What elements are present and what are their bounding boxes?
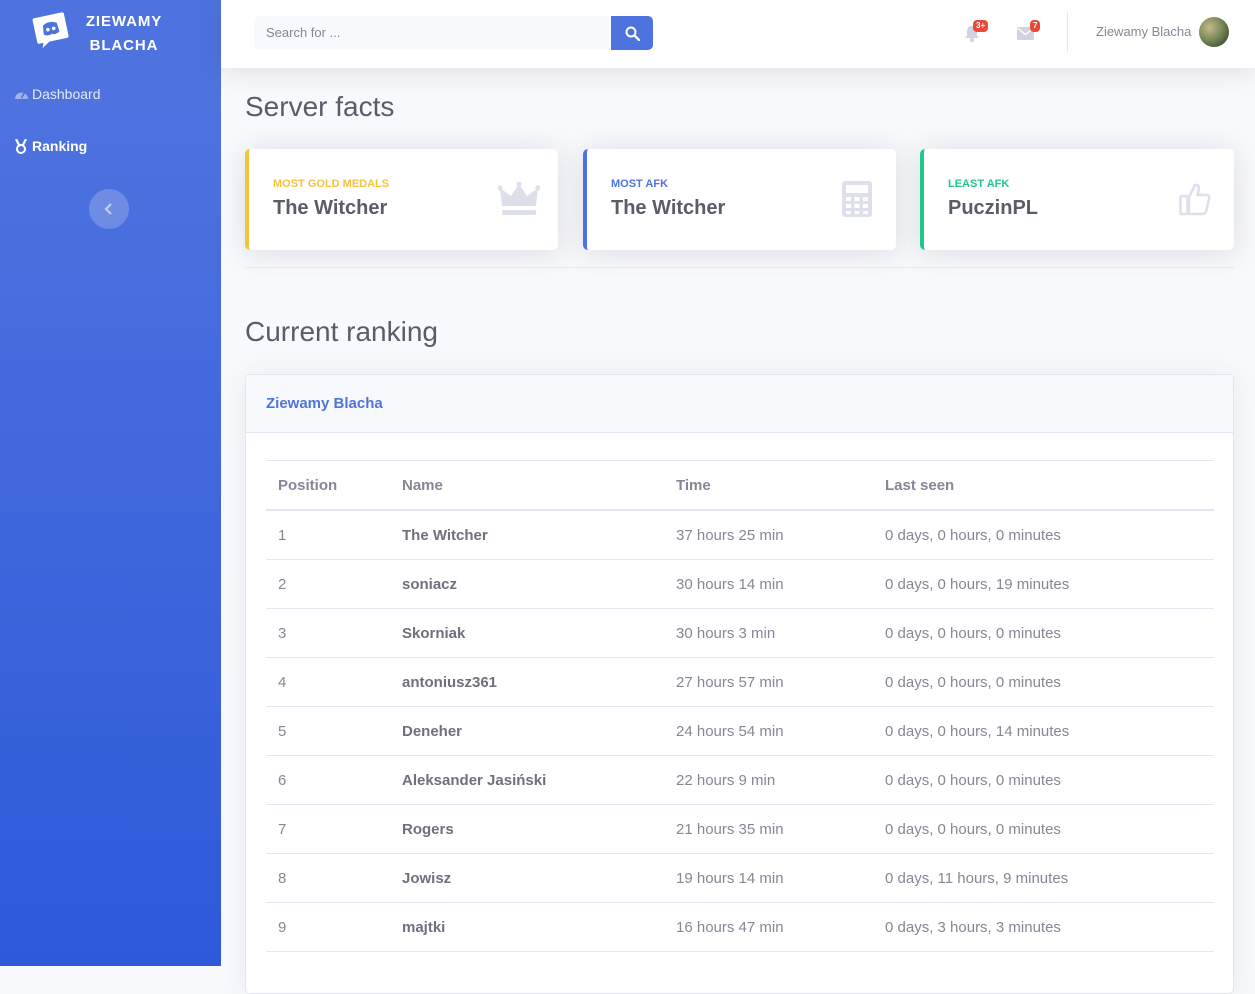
table-row: 8 Jowisz 19 hours 14 min 0 days, 11 hour… — [266, 853, 1214, 903]
cell-position: 3 — [266, 608, 390, 658]
calculator-icon — [836, 180, 878, 218]
fact-label: Least AFK — [948, 178, 1010, 190]
cell-time: 37 hours 25 min — [664, 510, 873, 560]
cell-time: 30 hours 3 min — [664, 608, 873, 658]
avatar[interactable] — [1199, 17, 1229, 47]
cell-position: 2 — [266, 559, 390, 609]
brand-link[interactable]: ZIEWAMY BLACHA — [0, 0, 221, 70]
messages-button[interactable]: 7 — [1014, 20, 1041, 44]
alerts-button[interactable]: 3+ — [961, 20, 989, 44]
cell-position: 4 — [266, 657, 390, 707]
ranking-panel-header: Ziewamy Blacha — [246, 375, 1233, 433]
table-row: 5 Deneher 24 hours 54 min 0 days, 0 hour… — [266, 706, 1214, 756]
cell-position: 9 — [266, 902, 390, 952]
cell-position: 5 — [266, 706, 390, 756]
cell-last-seen: 0 days, 3 hours, 3 minutes — [873, 902, 1214, 952]
topbar-divider — [1067, 12, 1068, 52]
cell-last-seen: 0 days, 0 hours, 0 minutes — [873, 608, 1214, 658]
sidebar: ZIEWAMY BLACHA Dashboard Ranking — [0, 0, 221, 966]
sidebar-toggle-button[interactable] — [89, 189, 129, 229]
cell-position: 7 — [266, 804, 390, 854]
tachometer-icon — [13, 86, 29, 102]
fact-value: The Witcher — [611, 197, 726, 219]
cell-time: 30 hours 14 min — [664, 559, 873, 609]
alerts-badge: 3+ — [973, 20, 989, 32]
cell-position: 1 — [266, 510, 390, 560]
cell-name: Aleksander Jasiński — [390, 755, 664, 805]
column-header-name[interactable]: Name — [390, 460, 664, 511]
fact-card-least-afk: Least AFK PuczinPL — [920, 149, 1234, 250]
ranking-panel-title: Ziewamy Blacha — [266, 395, 383, 412]
user-name[interactable]: Ziewamy Blacha — [1096, 24, 1191, 39]
brand-line-2: BLACHA — [89, 37, 159, 54]
search-input[interactable] — [254, 16, 612, 49]
crown-icon — [498, 180, 540, 218]
cell-name: soniacz — [390, 559, 664, 609]
cell-time: 27 hours 57 min — [664, 657, 873, 707]
cell-time: 16 hours 47 min — [664, 902, 873, 952]
cell-name: antoniusz361 — [390, 657, 664, 707]
chevron-left-icon — [104, 203, 112, 215]
fact-value: PuczinPL — [948, 197, 1039, 219]
sidebar-item-label: Dashboard — [32, 86, 101, 102]
section-divider — [245, 267, 1234, 268]
fact-card-most-gold: Most gold medals The Witcher — [245, 149, 558, 250]
messages-badge: 7 — [1030, 20, 1041, 32]
cell-name: majtki — [390, 902, 664, 952]
cell-name: Deneher — [390, 706, 664, 756]
cell-last-seen: 0 days, 0 hours, 0 minutes — [873, 657, 1214, 707]
topbar: 3+ 7 Ziewamy Blacha — [221, 0, 1255, 68]
cell-last-seen: 0 days, 0 hours, 0 minutes — [873, 510, 1214, 560]
cell-time: 24 hours 54 min — [664, 706, 873, 756]
brand-name: ZIEWAMY BLACHA — [80, 10, 168, 58]
medal-icon — [13, 138, 29, 154]
ranking-panel: Ziewamy Blacha Position Name Time Last s… — [245, 374, 1234, 994]
fact-value: The Witcher — [273, 197, 388, 219]
fact-label: Most gold medals — [273, 178, 390, 190]
sidebar-item-dashboard[interactable]: Dashboard — [13, 84, 101, 104]
table-row: 1 The Witcher 37 hours 25 min 0 days, 0 … — [266, 510, 1214, 560]
cell-name: The Witcher — [390, 510, 664, 560]
table-row: 3 Skorniak 30 hours 3 min 0 days, 0 hour… — [266, 608, 1214, 658]
cell-time: 22 hours 9 min — [664, 755, 873, 805]
column-header-position[interactable]: Position — [266, 460, 390, 511]
table-row: 7 Rogers 21 hours 35 min 0 days, 0 hours… — [266, 804, 1214, 854]
sidebar-item-label: Ranking — [32, 138, 88, 154]
column-header-time[interactable]: Time — [664, 460, 873, 511]
cell-name: Skorniak — [390, 608, 664, 658]
cell-last-seen: 0 days, 11 hours, 9 minutes — [873, 853, 1214, 903]
fact-label: Most AFK — [611, 178, 669, 190]
cell-position: 8 — [266, 853, 390, 903]
cell-time: 21 hours 35 min — [664, 804, 873, 854]
cell-name: Jowisz — [390, 853, 664, 903]
discord-icon — [32, 12, 69, 49]
table-row: 4 antoniusz361 27 hours 57 min 0 days, 0… — [266, 657, 1214, 707]
page-title-server-facts: Server facts — [245, 91, 395, 122]
brand-line-1: ZIEWAMY — [85, 13, 163, 30]
table-row: 2 soniacz 30 hours 14 min 0 days, 0 hour… — [266, 559, 1214, 609]
search-icon — [625, 26, 640, 41]
cell-last-seen: 0 days, 0 hours, 0 minutes — [873, 804, 1214, 854]
cell-position: 6 — [266, 755, 390, 805]
cell-last-seen: 0 days, 0 hours, 14 minutes — [873, 706, 1214, 756]
sidebar-item-ranking[interactable]: Ranking — [13, 136, 87, 156]
column-header-last-seen[interactable]: Last seen — [873, 460, 1214, 511]
cell-time: 19 hours 14 min — [664, 853, 873, 903]
table-header-row: Position Name Time Last seen — [266, 460, 1214, 511]
cell-last-seen: 0 days, 0 hours, 0 minutes — [873, 755, 1214, 805]
cell-last-seen: 0 days, 0 hours, 19 minutes — [873, 559, 1214, 609]
ranking-table: Position Name Time Last seen 1 The Witch… — [266, 460, 1214, 952]
page-title-current-ranking: Current ranking — [245, 316, 438, 347]
table-row: 9 majtki 16 hours 47 min 0 days, 3 hours… — [266, 902, 1214, 952]
table-row: 6 Aleksander Jasiński 22 hours 9 min 0 d… — [266, 755, 1214, 805]
thumbs-up-icon — [1174, 180, 1216, 218]
cell-name: Rogers — [390, 804, 664, 854]
fact-card-most-afk: Most AFK The Witcher — [583, 149, 896, 250]
search-button[interactable] — [611, 16, 653, 50]
